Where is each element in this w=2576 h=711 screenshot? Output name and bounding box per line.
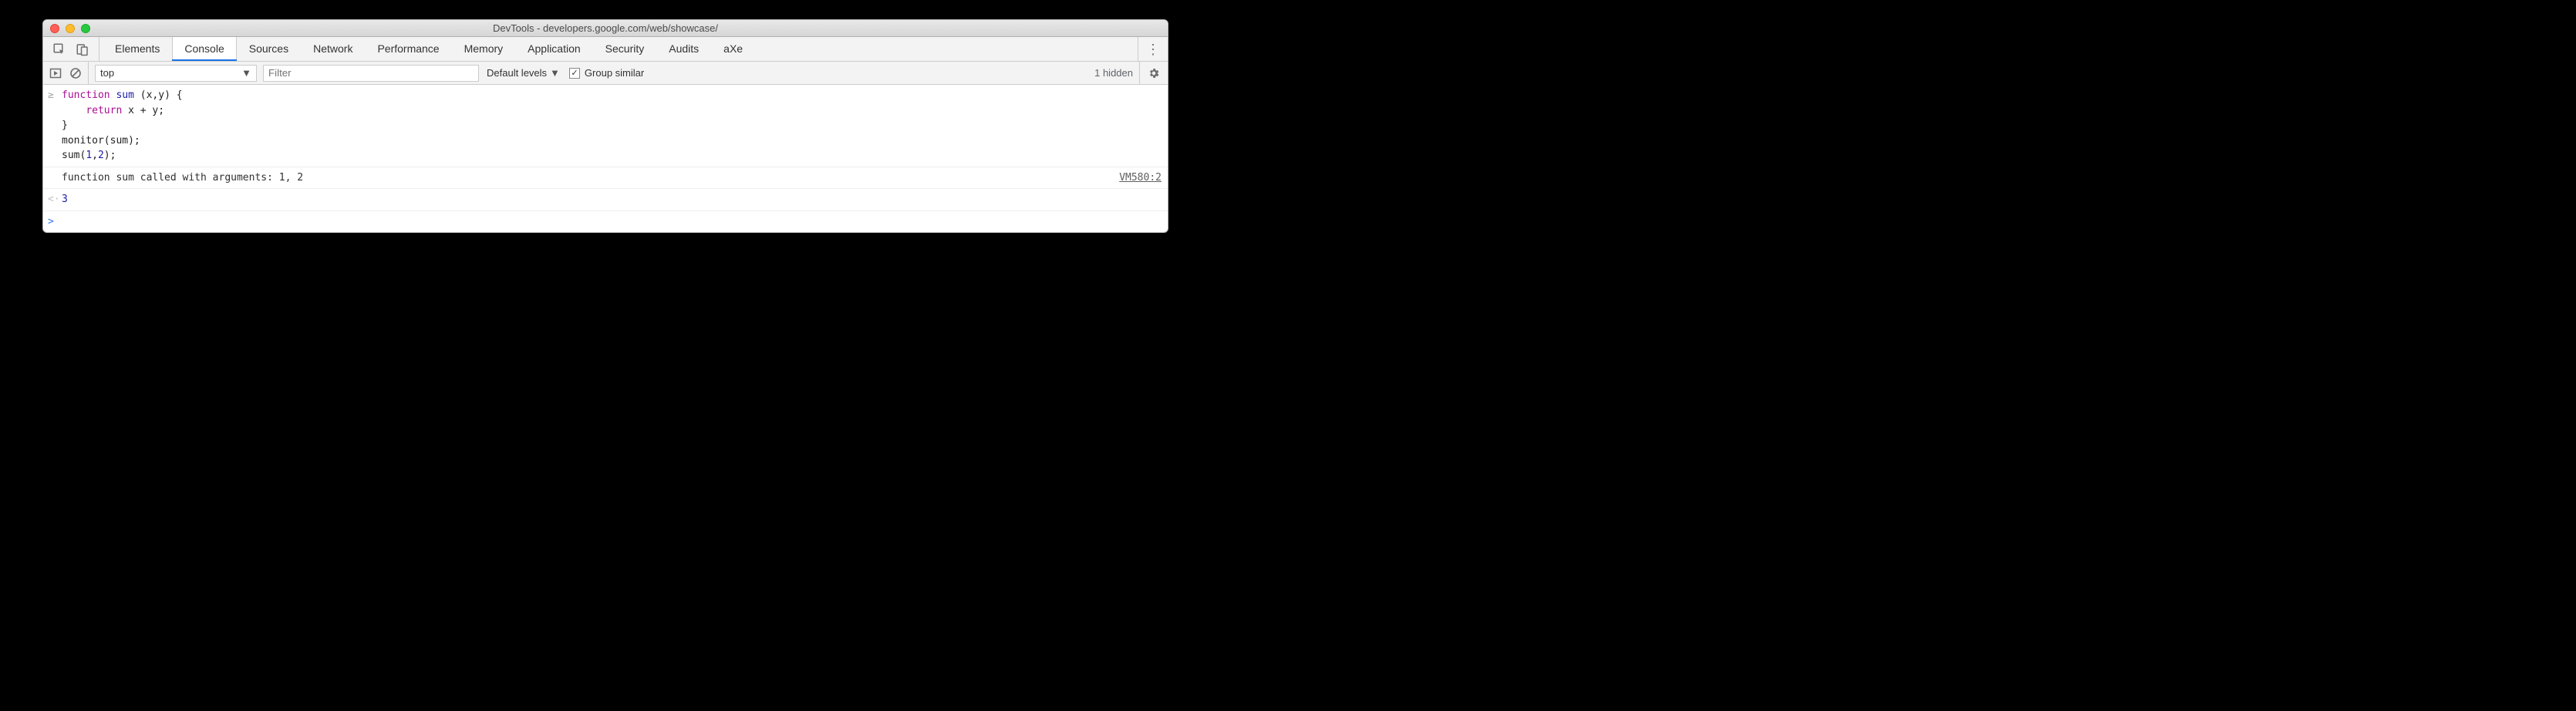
more-options-icon[interactable]: ⋮ [1146, 42, 1160, 56]
window-controls [43, 24, 90, 33]
tab-audits[interactable]: Audits [656, 37, 711, 61]
toggle-sidebar-icon[interactable] [49, 67, 62, 79]
tab-axe[interactable]: aXe [711, 37, 755, 61]
tab-performance[interactable]: Performance [365, 37, 451, 61]
device-toolbar-icon[interactable] [76, 42, 89, 56]
log-levels-label: Default levels [487, 67, 547, 79]
chevron-down-icon: ▼ [241, 67, 251, 79]
tabs-overflow: ⋮ [1138, 37, 1168, 61]
console-input-code[interactable]: function sum (x,y) { return x + y; } mon… [62, 88, 1162, 163]
clear-console-icon[interactable] [69, 67, 82, 79]
tab-security[interactable]: Security [593, 37, 657, 61]
console-settings-icon[interactable] [1139, 62, 1168, 84]
group-similar-checkbox[interactable]: ✓ Group similar [569, 67, 644, 79]
tab-application[interactable]: Application [515, 37, 593, 61]
console-log-source-link[interactable]: VM580:2 [1119, 170, 1162, 186]
log-levels-select[interactable]: Default levels ▼ [487, 67, 560, 79]
tab-memory[interactable]: Memory [452, 37, 516, 61]
console-toolbar: top ▼ Default levels ▼ ✓ Group similar 1… [43, 62, 1168, 85]
filter-input[interactable] [263, 65, 479, 82]
panel-tablist: Elements Console Sources Network Perform… [99, 37, 755, 61]
minimize-window-button[interactable] [66, 24, 75, 33]
checkbox-checked-icon: ✓ [569, 68, 580, 79]
chevron-down-icon: ▼ [550, 67, 560, 79]
console-return-row: <· 3 [43, 189, 1168, 211]
return-indicator-icon: <· [48, 192, 62, 207]
console-output: ≥ function sum (x,y) { return x + y; } m… [43, 85, 1168, 232]
window-title: DevTools - developers.google.com/web/sho… [43, 22, 1168, 34]
tabs-left-tools [43, 37, 99, 61]
execution-context-value: top [100, 67, 114, 79]
close-window-button[interactable] [50, 24, 59, 33]
console-log-message: function sum called with arguments: 1, 2 [62, 170, 1119, 186]
tab-elements[interactable]: Elements [103, 37, 172, 61]
console-return-value: 3 [62, 192, 1162, 207]
console-prompt-row[interactable]: > [43, 211, 1168, 233]
tab-console[interactable]: Console [172, 37, 236, 61]
zoom-window-button[interactable] [81, 24, 90, 33]
console-input-row: ≥ function sum (x,y) { return x + y; } m… [43, 85, 1168, 167]
tab-network[interactable]: Network [301, 37, 365, 61]
group-similar-label: Group similar [585, 67, 644, 79]
titlebar: DevTools - developers.google.com/web/sho… [43, 20, 1168, 37]
inspect-element-icon[interactable] [52, 42, 66, 56]
tab-sources[interactable]: Sources [237, 37, 301, 61]
hidden-messages-count[interactable]: 1 hidden [1094, 67, 1139, 79]
prompt-chevron-icon: > [48, 214, 62, 230]
panel-tabs: Elements Console Sources Network Perform… [43, 37, 1168, 62]
console-log-row: function sum called with arguments: 1, 2… [43, 167, 1168, 190]
devtools-window: DevTools - developers.google.com/web/sho… [42, 19, 1168, 233]
input-prompt-icon: ≥ [48, 88, 62, 103]
execution-context-select[interactable]: top ▼ [95, 65, 257, 82]
